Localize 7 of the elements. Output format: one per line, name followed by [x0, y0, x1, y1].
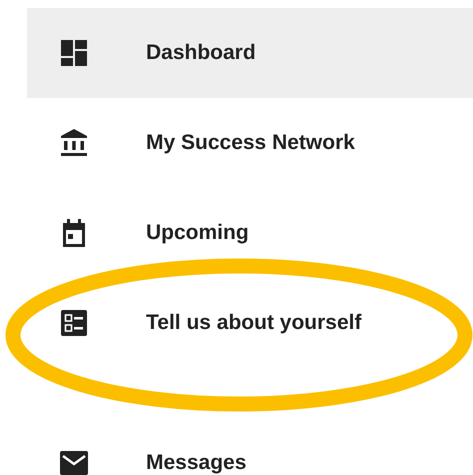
nav-item[interactable]: Messages	[27, 418, 473, 475]
nav-item[interactable]: Upcoming	[27, 188, 473, 278]
dashboard-icon	[58, 37, 90, 69]
bank-icon	[58, 127, 90, 159]
nav-item[interactable]: Dashboard	[27, 8, 473, 98]
nav-item[interactable]: My Success Network	[27, 98, 473, 188]
list-icon	[58, 307, 90, 339]
